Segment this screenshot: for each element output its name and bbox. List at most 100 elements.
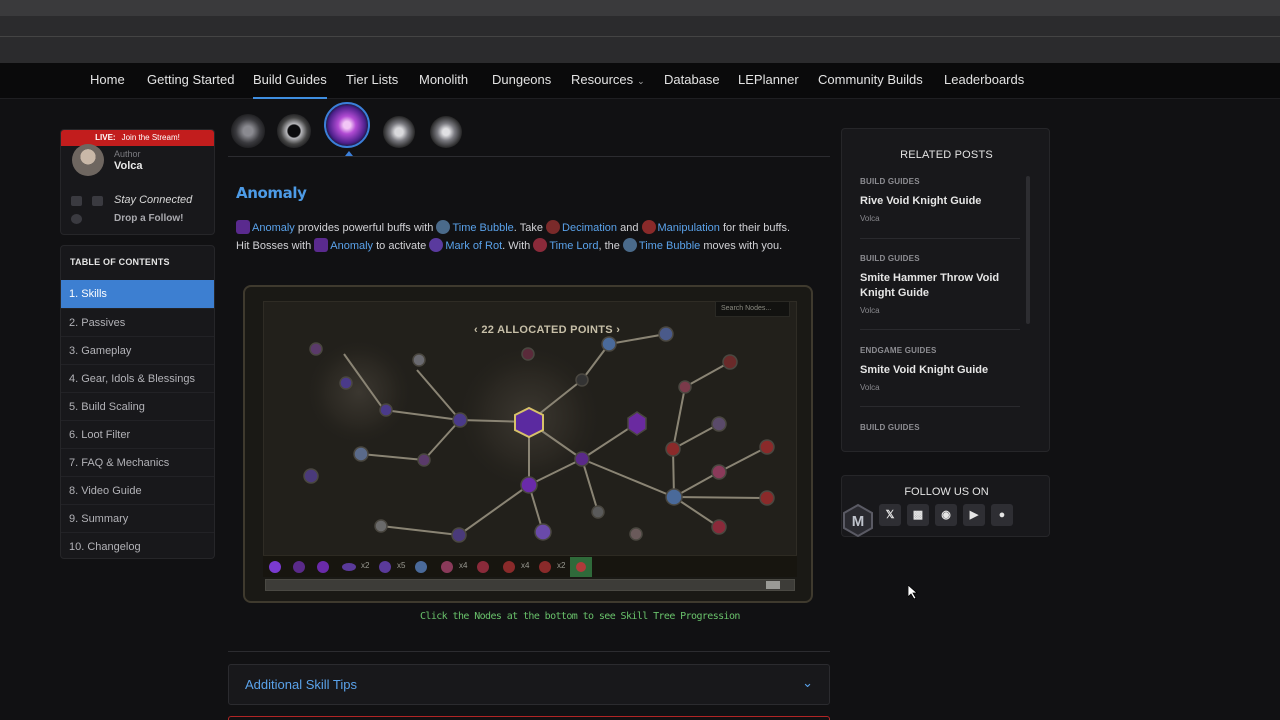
skill-icon-1[interactable] (231, 114, 265, 148)
toc-item-passives[interactable]: 2. Passives (61, 308, 214, 336)
related-post[interactable]: BUILD GUIDES (860, 423, 1020, 432)
allocated-points: ‹ 22 ALLOCATED POINTS › (474, 324, 621, 336)
skill-icon-4[interactable] (383, 116, 415, 148)
tree-scrollbar[interactable] (265, 579, 795, 591)
toc-item-faq[interactable]: 7. FAQ & Mechanics (61, 448, 214, 476)
svg-text:M: M (852, 513, 865, 530)
toc-item-video-guide[interactable]: 8. Video Guide (61, 476, 214, 504)
discord-icon[interactable] (71, 214, 82, 224)
post-author: Volca (860, 383, 880, 392)
nav-tier-lists[interactable]: Tier Lists (346, 63, 398, 99)
related-post[interactable]: BUILD GUIDES Rive Void Knight Guide Volc… (860, 177, 1020, 223)
nav-getting-started[interactable]: Getting Started (147, 63, 234, 99)
post-category: BUILD GUIDES (860, 177, 920, 186)
browser-tab-strip (0, 0, 1280, 16)
node-count: x4 (459, 561, 468, 570)
mouse-cursor-icon (908, 585, 918, 599)
link-manipulation[interactable]: Manipulation (658, 222, 720, 234)
youtube-icon[interactable] (92, 196, 103, 206)
text-segment: . Take (513, 222, 547, 234)
next-accordion[interactable] (228, 716, 830, 720)
link-time-bubble[interactable]: Time Bubble (639, 240, 700, 252)
toc-item-loot-filter[interactable]: 6. Loot Filter (61, 420, 214, 448)
decimation-icon (546, 220, 561, 234)
mark-of-rot-icon (429, 238, 444, 252)
toc-title: TABLE OF CONTENTS (70, 257, 170, 267)
skill-icon-2[interactable] (277, 114, 311, 148)
avatar (72, 144, 104, 176)
related-post[interactable]: BUILD GUIDES Smite Hammer Throw Void Kni… (860, 254, 1020, 315)
link-time-lord[interactable]: Time Lord (549, 240, 598, 252)
skill-tree-canvas[interactable]: ‹ 22 ALLOCATED POINTS › (263, 301, 797, 569)
twitch-icon[interactable] (71, 196, 82, 206)
link-mark-of-rot[interactable]: Mark of Rot (445, 240, 502, 252)
post-title[interactable]: Smite Void Knight Guide (860, 363, 1020, 378)
skill-tree-embed[interactable]: ‹ 22 ALLOCATED POINTS › x2 x5 x4 x4 x2 (243, 285, 813, 603)
tree-caption: Click the Nodes at the bottom to see Ski… (420, 611, 740, 622)
nav-home[interactable]: Home (90, 63, 125, 99)
search-nodes-input[interactable]: Search Nodes... (715, 301, 790, 317)
section-heading: Anomaly (236, 184, 307, 202)
nav-database[interactable]: Database (664, 63, 720, 99)
manipulation-icon (641, 220, 656, 234)
link-time-bubble[interactable]: Time Bubble (452, 222, 513, 234)
post-author: Volca (860, 214, 880, 223)
post-author: Volca (860, 306, 880, 315)
x-icon[interactable]: 𝕏 (879, 504, 901, 526)
post-title[interactable]: Rive Void Knight Guide (860, 194, 1020, 209)
browser-divider (0, 36, 1280, 37)
skill-icon-anomaly[interactable] (324, 102, 370, 148)
toc-item-changelog[interactable]: 10. Changelog (61, 532, 214, 558)
post-title[interactable]: Smite Hammer Throw Void Knight Guide (860, 271, 1020, 301)
toc-item-gameplay[interactable]: 3. Gameplay (61, 336, 214, 364)
related-scrollbar[interactable] (1026, 176, 1030, 324)
text-segment: to activate (373, 240, 430, 252)
nav-resources-label: Resources (571, 72, 634, 87)
text-segment: provides powerful buffs with (294, 222, 437, 234)
toc-item-summary[interactable]: 9. Summary (61, 504, 214, 532)
site-logo-icon[interactable]: M (841, 503, 875, 537)
toc-item-skills[interactable]: 1. Skills (61, 280, 214, 308)
progression-bar[interactable]: x2 x5 x4 x4 x2 (263, 555, 797, 577)
text-segment: for their buffs. (719, 222, 790, 234)
discord-icon[interactable]: ● (991, 504, 1013, 526)
link-anomaly[interactable]: Anomaly (252, 222, 295, 234)
live-label: LIVE: (95, 133, 116, 142)
nav-community-builds[interactable]: Community Builds (818, 63, 923, 99)
nav-leplanner[interactable]: LEPlanner (738, 63, 799, 99)
toc-item-build-scaling[interactable]: 5. Build Scaling (61, 392, 214, 420)
related-posts: RELATED POSTS BUILD GUIDES Rive Void Kni… (841, 128, 1050, 452)
accordion-title: Additional Skill Tips (245, 677, 357, 692)
related-post[interactable]: ENDGAME GUIDES Smite Void Knight Guide V… (860, 346, 1020, 392)
nav-resources[interactable]: Resources ⌄ (571, 63, 645, 99)
author-name[interactable]: Volca (114, 160, 143, 172)
anomaly-icon (314, 238, 329, 252)
follow-us-title: FOLLOW US ON (904, 486, 989, 498)
text-segment: . With (502, 240, 534, 252)
skill-tree-graph (303, 326, 775, 543)
text-segment: , the (598, 240, 623, 252)
instagram-icon[interactable]: ◉ (935, 504, 957, 526)
time-bubble-icon (622, 238, 637, 252)
twitch-icon[interactable]: ▩ (907, 504, 929, 526)
post-divider (860, 329, 1020, 330)
nav-leaderboards[interactable]: Leaderboards (944, 63, 1024, 99)
post-category: BUILD GUIDES (860, 254, 920, 263)
additional-skill-tips-accordion[interactable]: Additional Skill Tips ⌄ (228, 664, 830, 705)
main-nav: Home Getting Started Build Guides Tier L… (0, 63, 1280, 99)
drop-follow-text: Drop a Follow! (114, 213, 184, 224)
nav-build-guides[interactable]: Build Guides (253, 63, 327, 99)
nav-monolith[interactable]: Monolith (419, 63, 468, 99)
author-card: LIVE: Join the Stream! Author Volca Stay … (60, 129, 215, 235)
link-anomaly[interactable]: Anomaly (330, 240, 373, 252)
section-divider (228, 651, 830, 652)
link-decimation[interactable]: Decimation (562, 222, 617, 234)
post-category: BUILD GUIDES (860, 423, 920, 432)
tree-scroll-thumb[interactable] (766, 581, 780, 589)
post-category: ENDGAME GUIDES (860, 346, 937, 355)
nav-dungeons[interactable]: Dungeons (492, 63, 551, 99)
youtube-icon[interactable]: ▶ (963, 504, 985, 526)
author-label: Author (114, 149, 141, 159)
skill-icon-5[interactable] (430, 116, 462, 148)
toc-item-gear[interactable]: 4. Gear, Idols & Blessings (61, 364, 214, 392)
